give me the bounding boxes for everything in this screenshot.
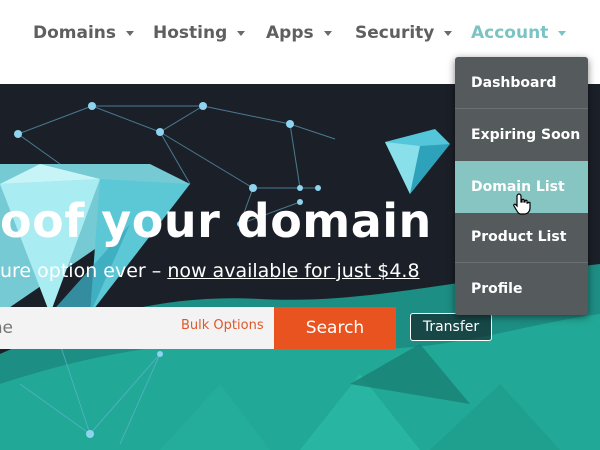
- nav-security-label: Security: [355, 23, 435, 43]
- hero-subline-text: ure option ever –: [0, 260, 168, 282]
- nav-domains[interactable]: Domains: [33, 21, 135, 45]
- nav-account[interactable]: Account: [471, 21, 567, 45]
- menu-item-expiring-soon[interactable]: Expiring Soon: [455, 109, 588, 161]
- chevron-down-icon: [558, 30, 567, 36]
- pricing-link[interactable]: now available for just $4.8: [167, 260, 419, 282]
- transfer-button[interactable]: Transfer: [410, 313, 492, 341]
- chevron-down-icon: [126, 30, 135, 36]
- domain-search-box: Bulk Options: [0, 307, 274, 349]
- nav-hosting[interactable]: Hosting: [153, 21, 246, 45]
- chevron-down-icon: [237, 30, 246, 36]
- nav-apps-label: Apps: [266, 23, 314, 43]
- nav-security[interactable]: Security: [355, 21, 453, 45]
- search-button[interactable]: Search: [274, 307, 396, 349]
- account-dropdown-menu: Dashboard Expiring Soon Domain List Prod…: [455, 57, 588, 315]
- hero-subline: ure option ever – now available for just…: [0, 260, 420, 282]
- bulk-options-link[interactable]: Bulk Options: [181, 318, 264, 333]
- chevron-down-icon: [323, 30, 332, 36]
- domain-search-input[interactable]: [0, 307, 156, 349]
- menu-item-product-list[interactable]: Product List: [455, 211, 588, 263]
- nav-hosting-label: Hosting: [153, 23, 228, 43]
- nav-account-label: Account: [471, 23, 549, 43]
- menu-item-profile[interactable]: Profile: [455, 263, 588, 315]
- chevron-down-icon: [444, 30, 453, 36]
- hero-headline: oof your domain: [0, 194, 432, 248]
- nav-domains-label: Domains: [33, 23, 117, 43]
- hand-cursor-icon: [513, 193, 531, 215]
- screenshot-frame: Domains Hosting Apps Security Account oo…: [0, 0, 600, 450]
- menu-item-dashboard[interactable]: Dashboard: [455, 57, 588, 109]
- nav-apps[interactable]: Apps: [266, 21, 332, 45]
